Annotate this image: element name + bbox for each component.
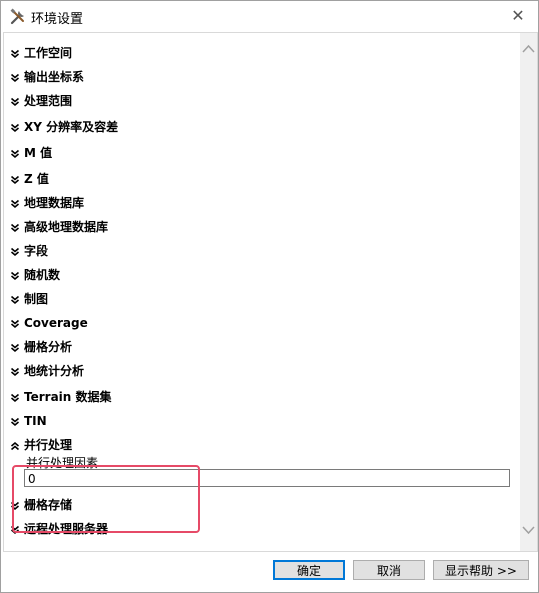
section-header[interactable]: 高级地理数据库 [10,218,108,235]
section-label: 地理数据库 [24,196,85,210]
section-label: 随机数 [24,268,61,282]
section-header[interactable]: Z 值 [10,170,49,187]
chevron-down-icon [10,294,20,304]
scroll-down-icon[interactable] [520,524,537,541]
chevron-down-icon [10,366,20,376]
section-label: 并行处理 [24,438,73,452]
settings-panel: 工作空间输出坐标系处理范围 XY 分辨率及容差 M 值 Z 值地理数据库高级地理数据库… [3,32,538,552]
chevron-down-icon [10,174,20,184]
section-header[interactable]: 输出坐标系 [10,68,84,85]
chevron-down-icon [10,48,20,58]
chevron-down-icon [10,72,20,82]
section-header[interactable]: XY 分辨率及容差 [10,118,118,135]
section-header[interactable]: 栅格分析 [10,338,72,355]
section-label: 处理范围 [24,94,73,108]
section-header[interactable]: 地理数据库 [10,194,84,211]
section-label: 地统计分析 [24,364,85,378]
section-label: 字段 [24,244,49,258]
tools-icon [9,8,27,26]
section-header[interactable]: 随机数 [10,266,60,283]
section-header[interactable]: Terrain 数据集 [10,388,112,405]
section-label: 输出坐标系 [24,70,85,84]
section-header[interactable]: Coverage [10,316,88,330]
section-label: XY 分辨率及容差 [24,120,119,134]
window-title: 环境设置 [31,12,84,27]
scroll-up-icon[interactable] [520,43,537,60]
vertical-scrollbar[interactable] [520,33,537,551]
title-bar: 环境设置 ✕ [1,1,538,32]
section-label: 工作空间 [24,46,73,60]
ok-button[interactable]: 确定 [273,560,345,580]
section-header[interactable]: 并行处理 [10,436,72,453]
show-help-button[interactable]: 显示帮助 >> [433,560,529,580]
section-label: 栅格分析 [24,340,73,354]
section-header[interactable]: 制图 [10,290,48,307]
section-header[interactable]: M 值 [10,144,52,161]
close-button[interactable]: ✕ [504,3,532,29]
chevron-down-icon [10,318,20,329]
chevron-down-icon [10,222,20,232]
chevron-down-icon [10,96,20,106]
section-header[interactable]: 工作空间 [10,44,72,61]
cancel-button[interactable]: 取消 [353,560,425,580]
chevron-down-icon [10,342,20,352]
section-label: 制图 [24,292,49,306]
environment-settings-dialog: 环境设置 ✕ 工作空间输出坐标系处理范围 XY 分辨率及容差 M 值 Z 值地理数据库… [0,0,539,593]
chevron-down-icon [10,392,20,402]
chevron-down-icon [10,122,20,132]
section-label: Z 值 [24,172,49,186]
chevron-up-icon [10,440,20,450]
section-header[interactable]: TIN [10,414,47,428]
section-header[interactable]: 处理范围 [10,92,72,109]
section-label: TIN [24,414,47,428]
highlight-annotation [12,465,200,533]
chevron-down-icon [10,198,20,208]
section-header[interactable]: 地统计分析 [10,362,84,379]
chevron-down-icon [10,416,20,427]
chevron-down-icon [10,246,20,256]
section-label: 高级地理数据库 [24,220,109,234]
section-header[interactable]: 字段 [10,242,48,259]
section-label: M 值 [24,146,53,160]
section-label: Terrain 数据集 [24,390,112,404]
section-label: Coverage [24,316,88,330]
chevron-down-icon [10,148,20,158]
chevron-down-icon [10,270,20,280]
